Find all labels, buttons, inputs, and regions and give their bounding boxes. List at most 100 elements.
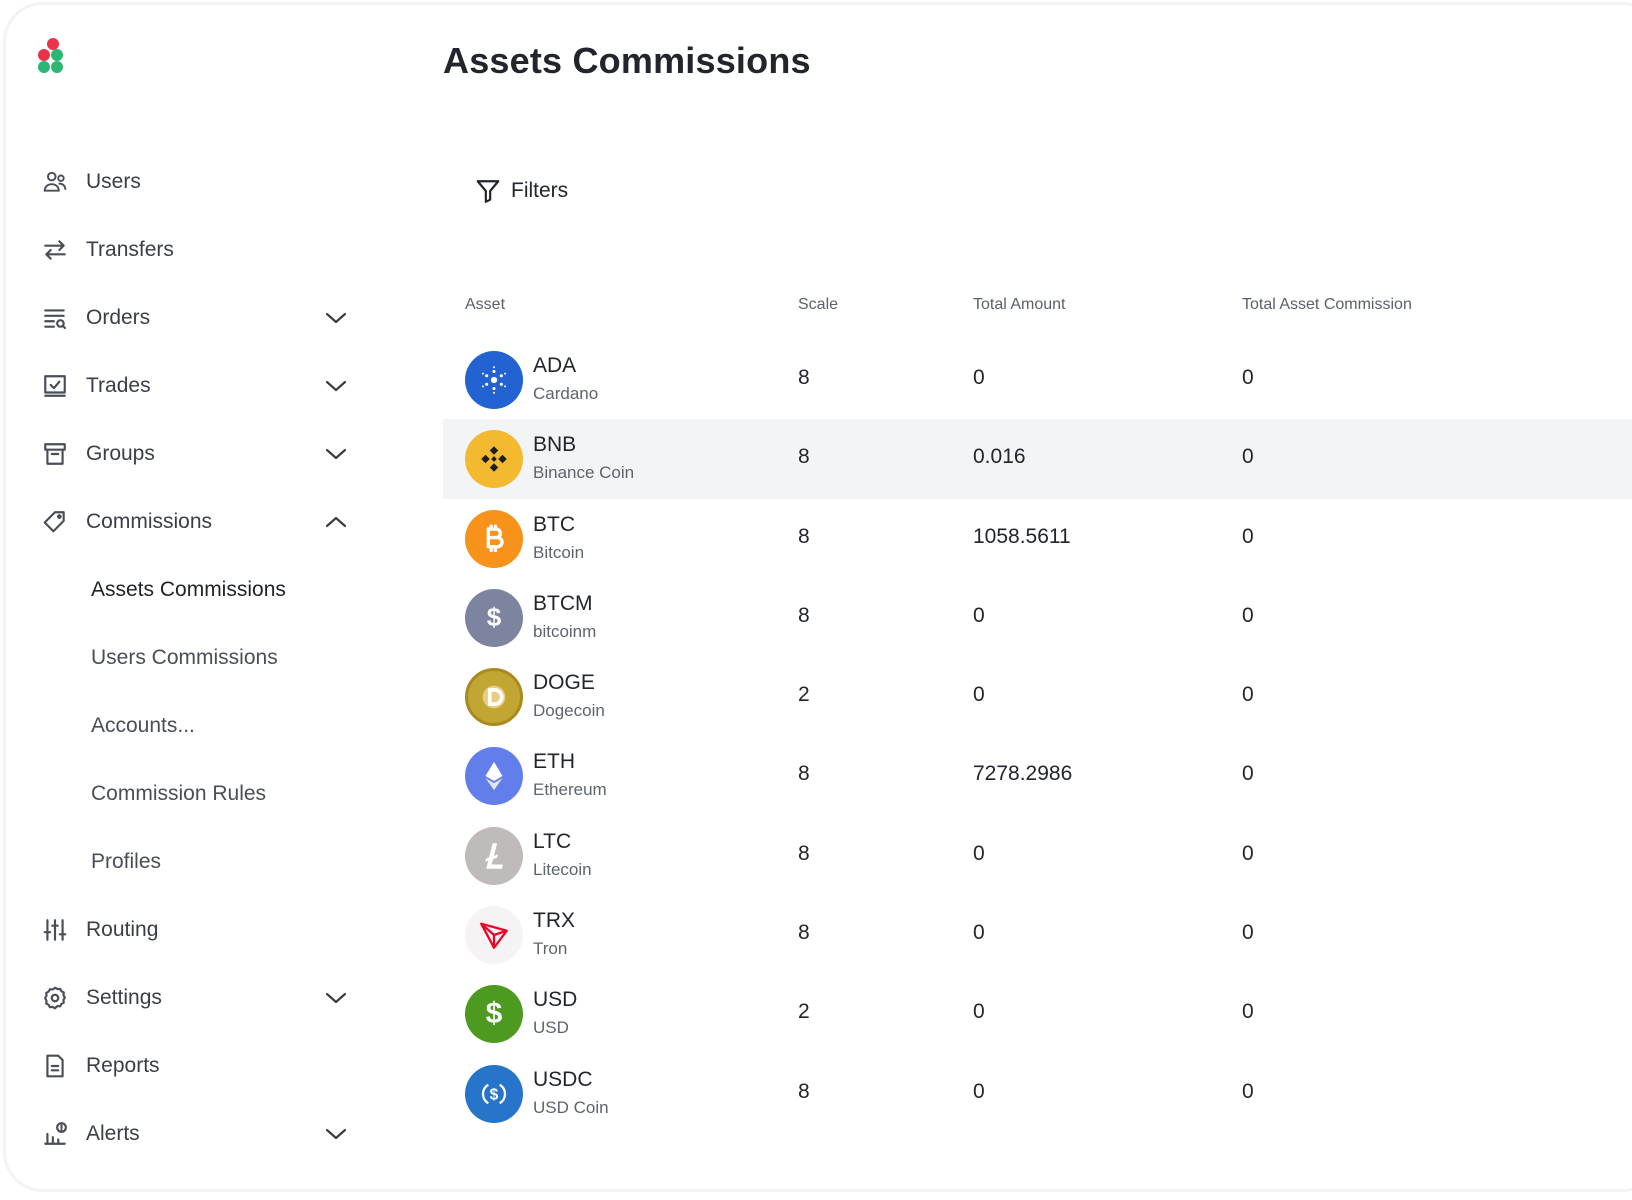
sidebar-subitem-accounts[interactable]: Accounts... (40, 692, 360, 760)
asset-symbol: BNB (533, 433, 577, 457)
sidebar-item-label: Reports (86, 1054, 160, 1077)
sidebar-item-routing[interactable]: Routing (40, 896, 360, 964)
filters-button[interactable]: Filters (475, 178, 568, 204)
table-row[interactable]: TRX Tron 8 0 0 (443, 895, 1632, 974)
table-row[interactable]: $ USD USD 2 0 0 (443, 974, 1632, 1053)
page-title: Assets Commissions (443, 40, 811, 81)
sidebar-item-label: Routing (86, 918, 159, 941)
sidebar-subitem-users-commissions[interactable]: Users Commissions (40, 624, 360, 692)
sidebar-subitem-commission-rules[interactable]: Commission Rules (40, 760, 360, 828)
sidebar-nav: Users Transfers Orders Trades Groups Com… (40, 148, 360, 1168)
asset-total-commission: 0 (1242, 841, 1254, 865)
asset-symbol: DOGE (533, 671, 595, 695)
alerts-icon (40, 1119, 70, 1149)
sidebar-item-trades[interactable]: Trades (40, 352, 360, 420)
sidebar-item-groups[interactable]: Groups (40, 420, 360, 488)
asset-name: Binance Coin (533, 463, 635, 483)
svg-text:$: $ (490, 1086, 499, 1103)
sidebar-subitem-profiles[interactable]: Profiles (40, 828, 360, 896)
table-header: Asset Scale Total Amount Total Asset Com… (443, 292, 1632, 320)
usd-coin-icon: $ (465, 1064, 523, 1123)
dollar-icon: $ (465, 985, 523, 1044)
asset-symbol: ADA (533, 354, 577, 377)
table-row[interactable]: ADA Cardano 8 0 0 (443, 340, 1632, 419)
sidebar-item-users[interactable]: Users (40, 148, 360, 216)
asset-name: Cardano (533, 384, 599, 403)
sidebar-subitem-assets-commissions[interactable]: Assets Commissions (40, 556, 360, 624)
bitcoin-icon (465, 509, 523, 568)
tron-icon (465, 906, 523, 965)
asset-total-commission: 0 (1242, 445, 1254, 469)
asset-total-commission: 0 (1242, 683, 1254, 707)
chevron-down-icon[interactable] (324, 1122, 348, 1146)
asset-total-amount: 0 (973, 603, 985, 627)
sidebar-item-label: Transfers (86, 238, 174, 261)
filter-icon (476, 180, 500, 203)
commissions-icon (40, 507, 70, 537)
asset-name: Dogecoin (533, 701, 605, 721)
asset-scale: 8 (798, 603, 810, 627)
transfers-icon (40, 235, 70, 265)
asset-scale: 2 (798, 683, 810, 707)
sidebar-item-reports[interactable]: Reports (40, 1032, 360, 1100)
chevron-down-icon[interactable] (324, 306, 348, 330)
app-logo[interactable] (38, 38, 68, 76)
asset-scale: 8 (798, 921, 810, 945)
sidebar-item-settings[interactable]: Settings (40, 964, 360, 1032)
sidebar-item-alerts[interactable]: Alerts (40, 1100, 360, 1168)
sidebar-item-label: Orders (86, 306, 151, 329)
assets-table-body: ADA Cardano 8 0 0 BNB Binance Coin 8 0.0… (443, 340, 1632, 1133)
asset-total-commission: 0 (1242, 1079, 1254, 1103)
table-row[interactable]: $ BTCM bitcoinm 8 0 0 (443, 578, 1632, 657)
asset-scale: 8 (798, 524, 810, 548)
table-row[interactable]: BNB Binance Coin 8 0.016 0 (443, 419, 1632, 499)
asset-name: bitcoinm (533, 621, 597, 641)
chevron-down-icon[interactable] (324, 374, 348, 398)
sidebar-item-transfers[interactable]: Transfers (40, 216, 360, 284)
reports-icon (40, 1051, 70, 1081)
column-header-scale[interactable]: Scale (798, 296, 838, 314)
table-row[interactable]: $ USDC USD Coin 8 0 0 (443, 1054, 1632, 1133)
table-row[interactable]: DOGE Dogecoin 2 0 0 (443, 657, 1632, 736)
trades-icon (40, 371, 70, 401)
column-header-asset[interactable]: Asset (465, 296, 505, 314)
asset-total-commission: 0 (1242, 603, 1254, 627)
sidebar-item-commissions[interactable]: Commissions (40, 488, 360, 556)
dollar-generic-icon: $ (465, 588, 523, 647)
sidebar-item-label: Groups (86, 442, 155, 465)
table-row[interactable]: ETH Ethereum 8 7278.2986 0 (443, 736, 1632, 815)
dogecoin-icon (465, 668, 523, 727)
column-header-total-amount[interactable]: Total Amount (973, 296, 1066, 314)
binance-coin-icon (465, 430, 523, 489)
table-row[interactable]: BTC Bitcoin 8 1058.5611 0 (443, 499, 1632, 578)
chevron-down-icon[interactable] (324, 986, 348, 1010)
ethereum-icon (465, 747, 523, 806)
orders-icon (40, 303, 70, 333)
asset-name: Ethereum (533, 780, 607, 800)
groups-icon (40, 439, 70, 469)
sidebar-item-label: Trades (86, 374, 151, 397)
asset-symbol: TRX (533, 909, 575, 933)
asset-symbol: BTC (533, 512, 575, 536)
asset-total-amount: 0 (973, 1079, 985, 1103)
asset-symbol: USD (533, 988, 578, 1012)
sidebar-item-orders[interactable]: Orders (40, 284, 360, 352)
asset-total-commission: 0 (1242, 366, 1254, 389)
asset-total-commission: 0 (1242, 524, 1254, 548)
settings-icon (40, 983, 70, 1013)
asset-total-amount: 0 (973, 921, 985, 945)
asset-symbol: ETH (533, 750, 575, 774)
chevron-up-icon[interactable] (324, 510, 348, 534)
asset-total-amount: 0 (973, 1000, 985, 1024)
table-row[interactable]: LTC Litecoin 8 0 0 (443, 816, 1632, 895)
asset-scale: 8 (798, 762, 810, 786)
chevron-down-icon[interactable] (324, 442, 348, 466)
asset-symbol: USDC (533, 1067, 593, 1091)
asset-total-amount: 0 (973, 683, 985, 707)
asset-scale: 8 (798, 445, 810, 469)
asset-name: Tron (533, 939, 568, 959)
asset-name: Bitcoin (533, 542, 585, 562)
column-header-total-asset-commission[interactable]: Total Asset Commission (1242, 296, 1412, 314)
routing-icon (40, 915, 70, 945)
asset-scale: 8 (798, 841, 810, 865)
